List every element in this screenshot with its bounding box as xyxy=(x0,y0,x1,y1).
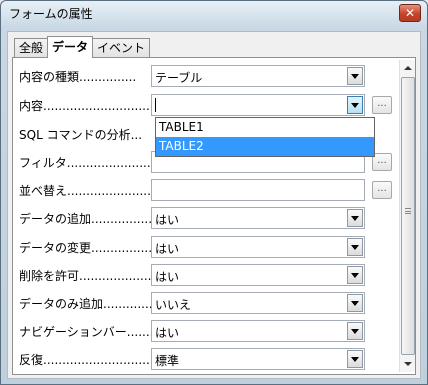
add-only-select[interactable]: いいえ xyxy=(151,292,365,314)
sort-browse-button[interactable]: ... xyxy=(372,181,392,199)
vertical-scrollbar[interactable] xyxy=(399,60,415,372)
chevron-down-icon xyxy=(351,356,359,362)
scroll-down-button[interactable] xyxy=(400,356,416,372)
scroll-up-button[interactable] xyxy=(400,60,416,76)
arrow-up-icon xyxy=(404,66,412,70)
dropdown-button[interactable] xyxy=(347,67,363,85)
row-label: データの追加................. xyxy=(19,212,155,226)
window-title: フォームの属性 xyxy=(9,7,93,21)
tab-strip: 全般 データ イベント xyxy=(14,36,151,58)
row-navigation-bar: ナビゲーションバー........ はい xyxy=(13,319,393,343)
tab-data[interactable]: データ xyxy=(47,36,94,58)
chevron-down-icon xyxy=(351,272,359,278)
row-add-only: データのみ追加.............. いいえ xyxy=(13,291,393,315)
scrollbar-thumb[interactable] xyxy=(401,77,415,355)
navigation-bar-select[interactable]: はい xyxy=(151,320,365,342)
row-label: 並べ替え........................... xyxy=(19,184,155,198)
chevron-down-icon xyxy=(351,102,359,108)
chevron-down-icon xyxy=(351,244,359,250)
row-label: 内容............................... xyxy=(19,99,155,113)
row-label: 内容の種類............... xyxy=(19,70,137,84)
data-tab-panel: 内容の種類............... テーブル 内容............… xyxy=(12,57,416,375)
row-modify-data: データの変更................. はい xyxy=(13,235,393,259)
content-select[interactable] xyxy=(151,94,365,116)
text-caret xyxy=(155,98,156,112)
tab-events[interactable]: イベント xyxy=(92,38,151,58)
filter-browse-button[interactable]: ... xyxy=(372,153,392,171)
tab-general[interactable]: 全般 xyxy=(14,38,49,58)
dropdown-button[interactable] xyxy=(347,238,363,256)
cycle-select[interactable]: 標準 xyxy=(151,348,365,370)
chevron-down-icon xyxy=(351,328,359,334)
row-label: データのみ追加.............. xyxy=(19,297,155,311)
row-label: 反復.................................. xyxy=(19,353,155,367)
dropdown-button[interactable] xyxy=(347,322,363,340)
allow-delete-select[interactable]: はい xyxy=(151,264,365,286)
row-sort: 並べ替え........................... ... xyxy=(13,178,393,202)
arrow-down-icon xyxy=(404,362,412,366)
dropdown-button[interactable] xyxy=(347,209,363,227)
chevron-down-icon xyxy=(351,215,359,221)
modify-data-select[interactable]: はい xyxy=(151,236,365,258)
chevron-down-icon xyxy=(351,300,359,306)
row-label: フィルタ.......................... xyxy=(19,156,155,170)
dropdown-button[interactable] xyxy=(347,266,363,284)
chevron-down-icon xyxy=(351,73,359,79)
row-content-type: 内容の種類............... テーブル xyxy=(13,64,393,88)
select-value: テーブル xyxy=(155,71,203,85)
content-dropdown-list: TABLE1 TABLE2 xyxy=(155,117,375,157)
row-allow-delete: 削除を許可...................... はい xyxy=(13,263,393,287)
select-value: はい xyxy=(155,326,180,340)
grip-icon xyxy=(405,208,411,214)
content-browse-button[interactable]: ... xyxy=(372,96,392,114)
select-value: はい xyxy=(155,270,180,284)
dropdown-button[interactable] xyxy=(347,96,363,114)
dropdown-button[interactable] xyxy=(347,294,363,312)
close-icon: ✕ xyxy=(404,6,416,20)
select-value: はい xyxy=(155,242,180,256)
content-type-select[interactable]: テーブル xyxy=(151,65,365,87)
row-label: SQL コマンドの分析... xyxy=(19,128,143,142)
row-label: ナビゲーションバー........ xyxy=(19,325,155,339)
row-content: 内容............................... ... xyxy=(13,93,393,117)
dropdown-option[interactable]: TABLE1 xyxy=(156,118,374,137)
add-data-select[interactable]: はい xyxy=(151,207,365,229)
select-value: はい xyxy=(155,213,180,227)
select-value: 標準 xyxy=(155,354,180,368)
dropdown-button[interactable] xyxy=(347,350,363,368)
close-button[interactable]: ✕ xyxy=(399,4,421,22)
row-label: データの変更................. xyxy=(19,241,155,255)
dropdown-option-selected[interactable]: TABLE2 xyxy=(156,137,374,156)
sort-field[interactable] xyxy=(151,179,365,201)
form-properties-window: フォームの属性 ✕ 全般 データ イベント 内容の種類.............… xyxy=(0,0,428,385)
row-label: 削除を許可...................... xyxy=(19,269,155,283)
select-value: いいえ xyxy=(155,298,192,312)
dialog-client: 全般 データ イベント 内容の種類............... テーブル 内容… xyxy=(7,31,421,379)
row-cycle: 反復.................................. 標準 xyxy=(13,347,393,371)
row-add-data: データの追加................. はい xyxy=(13,206,393,230)
title-bar: フォームの属性 ✕ xyxy=(1,1,427,27)
